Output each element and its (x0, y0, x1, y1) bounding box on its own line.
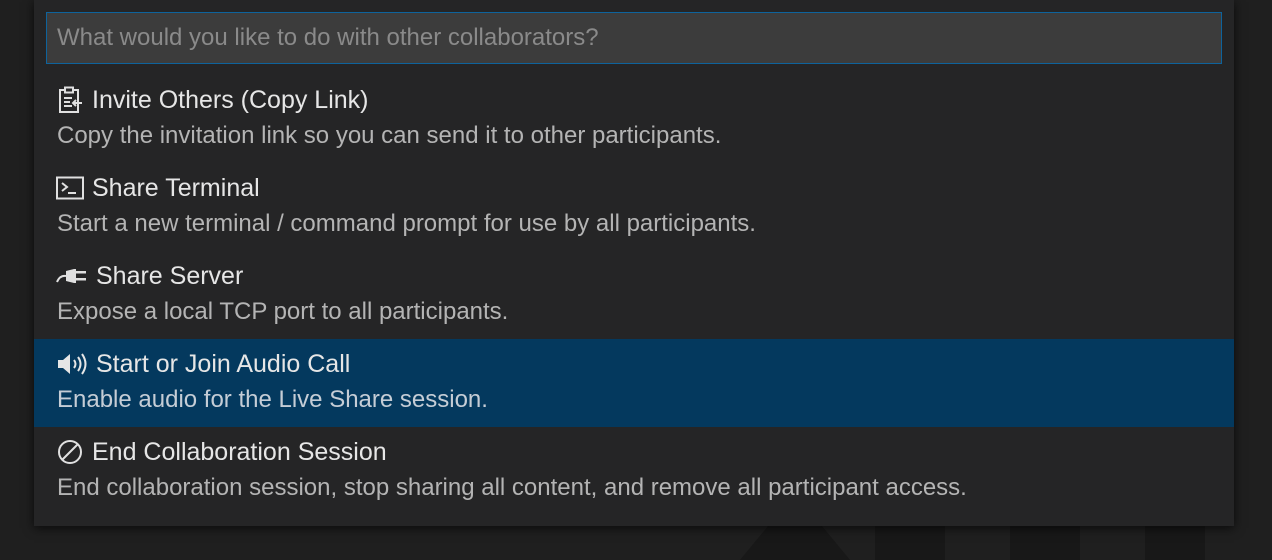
background-shape (875, 520, 945, 560)
clipboard-icon (56, 86, 84, 114)
item-description: Expose a local TCP port to all participa… (57, 298, 509, 325)
background-shape (1145, 520, 1205, 560)
quick-pick-item-invite-others[interactable]: Invite Others (Copy Link) Copy the invit… (34, 75, 1234, 163)
item-description: Enable audio for the Live Share session. (57, 386, 488, 413)
quick-pick-item-end-session[interactable]: End Collaboration Session End collaborat… (34, 427, 1234, 515)
speaker-icon (56, 350, 88, 378)
quick-pick-item-share-server[interactable]: Share Server Expose a local TCP port to … (34, 251, 1234, 339)
item-label: Invite Others (Copy Link) (92, 85, 369, 114)
quick-pick-list: Invite Others (Copy Link) Copy the invit… (34, 75, 1234, 515)
terminal-icon (56, 174, 84, 202)
quick-pick-item-audio-call[interactable]: Start or Join Audio Call Enable audio fo… (34, 339, 1234, 427)
quick-pick-input[interactable] (46, 12, 1222, 64)
live-share-quick-pick: Invite Others (Copy Link) Copy the invit… (34, 0, 1234, 526)
item-label: Start or Join Audio Call (96, 349, 351, 378)
item-label: Share Server (96, 261, 244, 290)
item-label: End Collaboration Session (92, 437, 387, 466)
item-description: Copy the invitation link so you can send… (57, 122, 722, 149)
background-shape (740, 520, 850, 560)
background-shape (1010, 520, 1080, 560)
item-label: Share Terminal (92, 173, 260, 202)
item-description: End collaboration session, stop sharing … (57, 474, 967, 501)
circle-slash-icon (56, 438, 84, 466)
quick-pick-item-share-terminal[interactable]: Share Terminal Start a new terminal / co… (34, 163, 1234, 251)
plug-icon (56, 262, 88, 290)
item-description: Start a new terminal / command prompt fo… (57, 210, 756, 237)
